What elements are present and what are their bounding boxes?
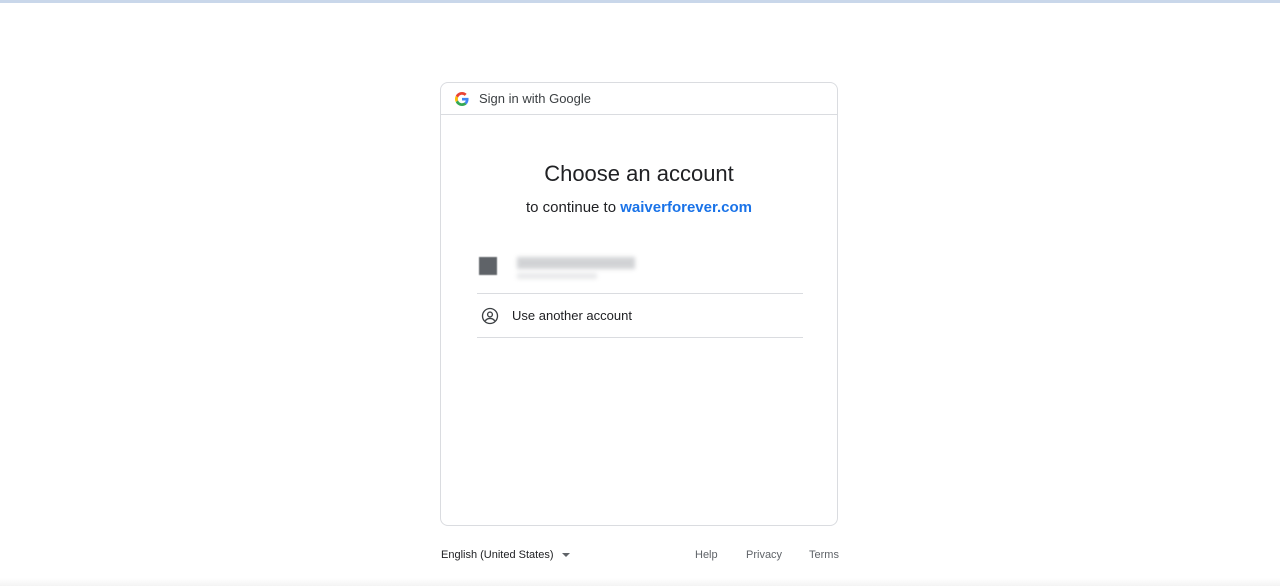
language-selector[interactable]: English (United States) [441, 549, 570, 561]
avatar-icon [479, 257, 497, 275]
use-another-account-button[interactable]: Use another account [477, 294, 803, 337]
card-header: Sign in with Google [441, 83, 837, 115]
account-list-item[interactable] [473, 247, 807, 293]
use-another-account-label: Use another account [512, 308, 632, 323]
footer: English (United States) Help Privacy Ter… [441, 546, 841, 566]
account-name-redacted [517, 257, 635, 269]
header-title: Sign in with Google [479, 91, 592, 106]
sign-in-card: Sign in with Google Choose an account to… [440, 82, 838, 526]
chevron-down-icon [561, 553, 570, 557]
top-border [0, 0, 1280, 3]
subtitle-prefix: to continue to [526, 199, 617, 216]
terms-link[interactable]: Terms [809, 549, 839, 561]
google-g-icon [455, 91, 469, 106]
help-link[interactable]: Help [695, 549, 718, 561]
divider [477, 337, 803, 338]
account-email-redacted [517, 273, 597, 279]
privacy-link[interactable]: Privacy [746, 549, 782, 561]
page-title: Choose an account [544, 161, 734, 186]
site-link[interactable]: waiverforever.com [620, 199, 752, 216]
bottom-edge [0, 578, 1280, 586]
language-label: English (United States) [441, 549, 554, 561]
person-circle-icon [481, 307, 499, 324]
page-subtitle: to continue to waiverforever.com [441, 199, 837, 216]
